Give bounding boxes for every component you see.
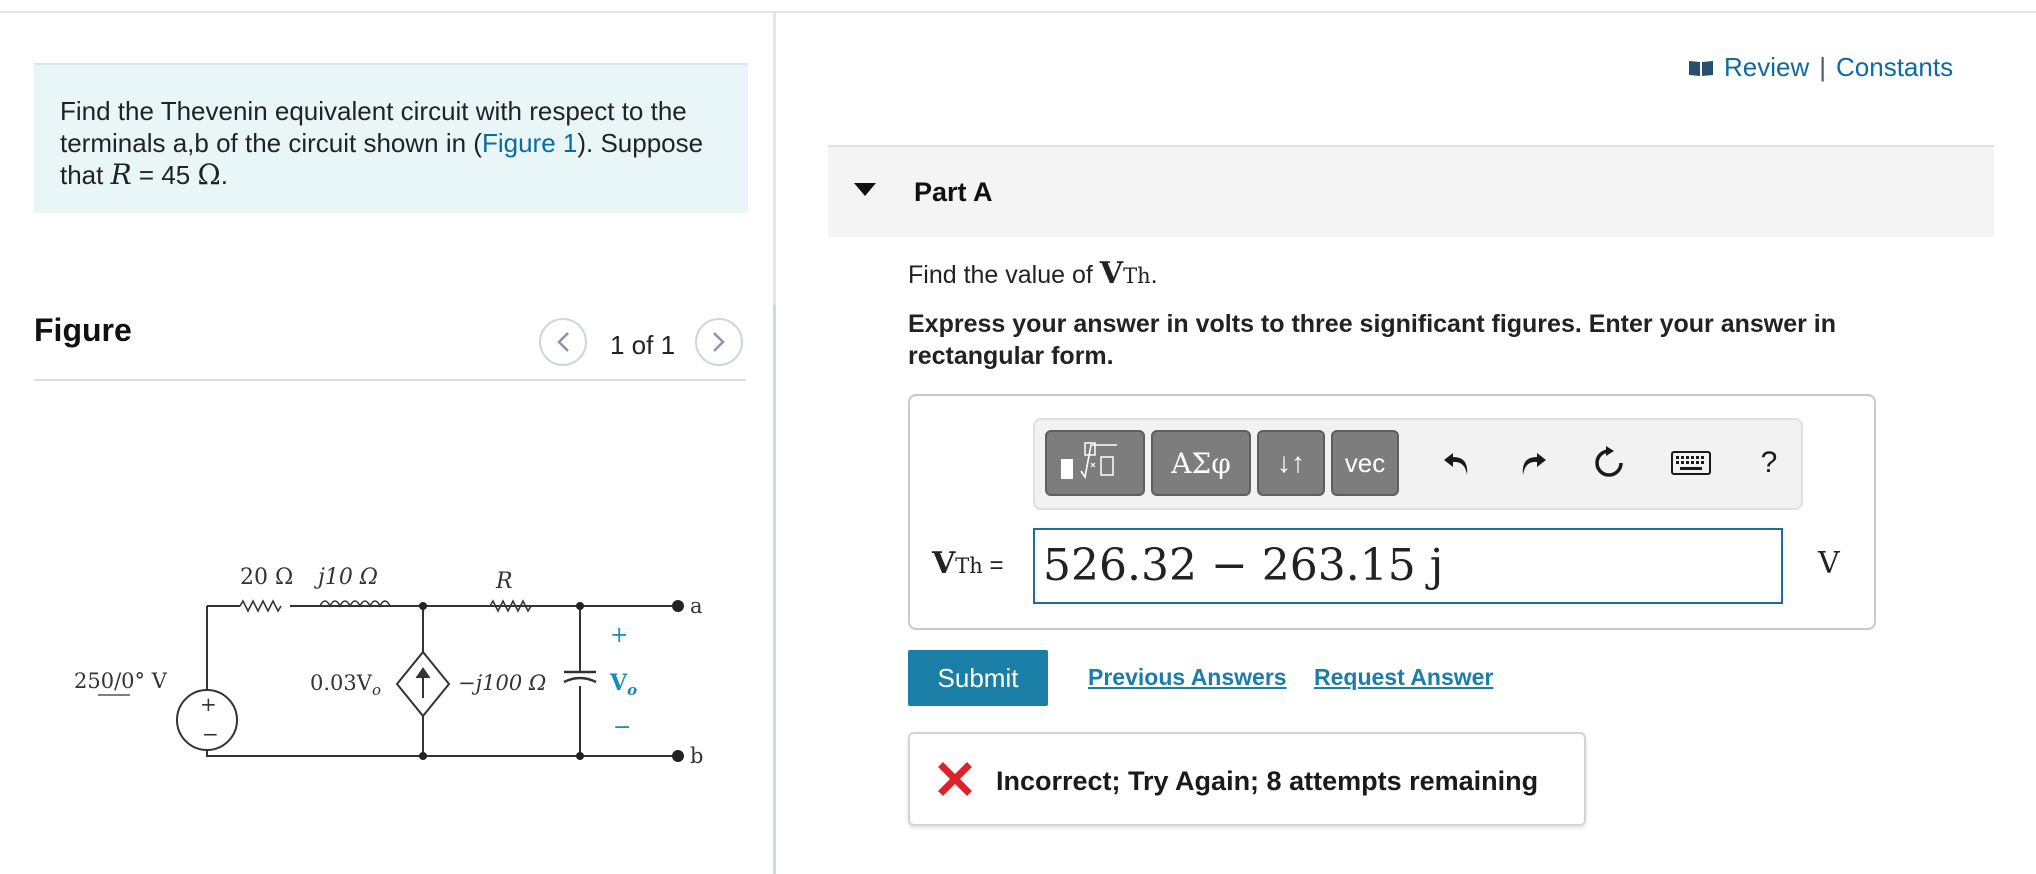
subscript-button[interactable]: ↓↑ <box>1257 430 1325 496</box>
constants-link[interactable]: Constants <box>1836 52 1953 83</box>
resistor-20 <box>239 599 282 613</box>
r-label: R <box>495 569 513 594</box>
redo-button[interactable] <box>1511 440 1555 486</box>
source-label: 250/0° V <box>74 669 168 693</box>
feedback-message: Incorrect; Try Again; 8 attempts remaini… <box>996 766 1539 796</box>
collapse-triangle-icon[interactable] <box>854 183 876 196</box>
r1-label: 20 Ω <box>240 565 293 590</box>
undo-icon <box>1444 453 1468 475</box>
circuit-diagram: + − 20 Ω j10 Ω R 250/0° V 0.03Vo −j100 Ω… <box>74 565 703 768</box>
question-suffix: . <box>1150 261 1158 289</box>
header-link-separator: | <box>1819 52 1827 82</box>
resistor-r <box>489 599 532 613</box>
instruction-text: Express your answer in volts to three si… <box>908 310 1837 370</box>
chevron-left-icon <box>557 332 569 352</box>
panel-scrollbar[interactable] <box>773 305 776 874</box>
figure-prev-button[interactable] <box>539 318 587 366</box>
reset-icon <box>1595 446 1623 477</box>
answer-box: ΑΣφ ↓↑ vec ? VTh = 526.32 − 263.15 j V <box>908 394 1876 630</box>
figure-link[interactable]: Figure 1 <box>482 128 577 158</box>
vo-plus: + <box>610 623 628 648</box>
feedback-box: Incorrect; Try Again; 8 attempts remaini… <box>908 732 1586 826</box>
header-links: Review | Constants <box>1688 52 1953 83</box>
book-icon <box>1689 60 1713 76</box>
answer-label: VTh = <box>932 546 1004 581</box>
answer-label-eq: = <box>982 552 1004 579</box>
math-toolbar: ΑΣφ ↓↑ vec ? <box>1033 418 1803 510</box>
part-title: Part A <box>914 177 993 207</box>
r-period: . <box>220 160 228 190</box>
terminal-b: b <box>690 744 703 768</box>
r-symbol: R <box>110 158 132 191</box>
question-sub: Th <box>1123 264 1151 288</box>
keyboard-button[interactable] <box>1669 440 1713 486</box>
vo-label: Vo <box>609 670 637 699</box>
help-button[interactable]: ? <box>1747 440 1791 486</box>
problem-statement: Find the Thevenin equivalent circuit wit… <box>34 63 748 213</box>
r-unit: Ω <box>197 158 221 191</box>
answer-label-var: V <box>932 546 956 581</box>
figure-next-button[interactable] <box>695 318 743 366</box>
source-minus: − <box>202 722 219 746</box>
part-a-header[interactable]: Part A <box>828 145 1994 237</box>
undo-button[interactable] <box>1435 440 1479 486</box>
question-text: Find the value of VTh. <box>908 256 1158 291</box>
figure-divider <box>34 379 746 381</box>
figure-title: Figure <box>34 312 132 348</box>
request-answer-link[interactable]: Request Answer <box>1314 664 1493 691</box>
l1-label: j10 Ω <box>313 565 378 590</box>
templates-icon <box>1061 442 1117 480</box>
greek-button[interactable]: ΑΣφ <box>1151 430 1251 496</box>
vo-minus: − <box>613 715 631 740</box>
reset-button[interactable] <box>1587 440 1631 486</box>
previous-answers-link[interactable]: Previous Answers <box>1088 664 1287 691</box>
templates-button[interactable] <box>1045 430 1145 496</box>
cap-label: −j100 Ω <box>458 671 546 695</box>
answer-unit: V <box>1818 546 1840 581</box>
top-border <box>0 11 2036 13</box>
keyboard-icon <box>1671 451 1711 475</box>
r-value: = 45 <box>131 160 198 190</box>
source-plus: + <box>200 692 217 716</box>
question-var: V <box>1099 256 1124 291</box>
chevron-right-icon <box>713 332 725 352</box>
answer-input[interactable]: 526.32 − 263.15 j <box>1033 528 1783 604</box>
dep-source-label: 0.03Vo <box>310 671 381 699</box>
review-link[interactable]: Review <box>1724 52 1809 83</box>
x-icon <box>938 762 972 796</box>
answer-label-sub: Th <box>955 554 983 578</box>
terminal-a: a <box>690 594 703 618</box>
vec-button[interactable]: vec <box>1331 430 1399 496</box>
redo-icon <box>1522 453 1546 475</box>
submit-button[interactable]: Submit <box>908 650 1048 706</box>
question-prefix: Find the value of <box>908 261 1100 289</box>
figure-counter: 1 of 1 <box>610 330 676 360</box>
